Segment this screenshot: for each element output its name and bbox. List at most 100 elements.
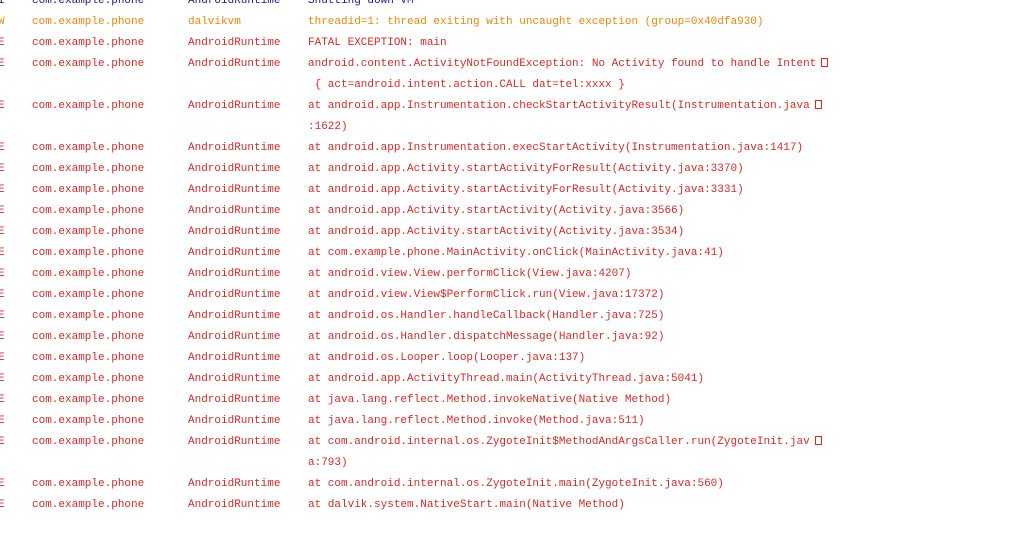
- log-package: com.example.phone: [32, 142, 145, 154]
- log-row[interactable]: Ecom.example.phone AndroidRuntime at andro…: [0, 268, 1025, 289]
- log-row[interactable]: Ecom.example.phone AndroidRuntime at dalvi…: [0, 499, 1025, 520]
- log-row[interactable]: Ecom.example.phone AndroidRuntime at andro…: [0, 163, 1025, 184]
- log-message-line: android.content.ActivityNotFoundExceptio…: [308, 58, 868, 79]
- log-package: com.example.phone: [32, 268, 145, 280]
- log-row[interactable]: Ecom.example.phone AndroidRuntime at andro…: [0, 100, 1025, 142]
- log-package: com.example.phone: [32, 373, 145, 385]
- log-row[interactable]: Ecom.example.phone AndroidRuntime at andro…: [0, 373, 1025, 394]
- log-message-line: a:793): [308, 457, 868, 478]
- log-message-line: at android.app.Activity.startActivity(Ac…: [308, 205, 868, 226]
- log-row[interactable]: Ecom.example.phone AndroidRuntime FATAL EX…: [0, 37, 1025, 58]
- log-tag: AndroidRuntime: [188, 100, 281, 112]
- log-message-text: at android.os.Handler.handleCallback(Han…: [308, 310, 665, 322]
- log-message-line: at android.app.Activity.startActivity(Ac…: [308, 226, 868, 247]
- log-tag: AndroidRuntime: [188, 415, 281, 427]
- log-message-line: FATAL EXCEPTION: main: [308, 37, 868, 58]
- log-row[interactable]: Icom.example.phone AndroidRuntime Shutting…: [0, 0, 1025, 16]
- log-message-line: :1622): [308, 121, 868, 142]
- log-row[interactable]: Ecom.example.phone AndroidRuntime at com.a…: [0, 478, 1025, 499]
- log-message-text: at android.app.Instrumentation.checkStar…: [308, 100, 810, 112]
- log-tag: AndroidRuntime: [188, 478, 281, 490]
- log-row[interactable]: Ecom.example.phone AndroidRuntime at andro…: [0, 142, 1025, 163]
- log-package: com.example.phone: [32, 247, 145, 259]
- log-package: com.example.phone: [32, 331, 145, 343]
- log-message: at android.os.Looper.loop(Looper.java:13…: [308, 352, 868, 373]
- log-tag: AndroidRuntime: [188, 436, 281, 448]
- log-message-text: Shutting down VM: [308, 0, 414, 7]
- log-row[interactable]: Ecom.example.phone AndroidRuntime at andro…: [0, 331, 1025, 352]
- log-row[interactable]: Ecom.example.phone AndroidRuntime at andro…: [0, 310, 1025, 331]
- log-row[interactable]: Ecom.example.phone AndroidRuntime android.…: [0, 58, 1025, 100]
- log-message-line: at android.app.Instrumentation.execStart…: [308, 142, 868, 163]
- log-row[interactable]: Ecom.example.phone AndroidRuntime at andro…: [0, 289, 1025, 310]
- log-row[interactable]: Ecom.example.phone AndroidRuntime at com.e…: [0, 247, 1025, 268]
- log-message: at com.example.phone.MainActivity.onClic…: [308, 247, 868, 268]
- line-wrap-icon: [821, 58, 829, 67]
- log-message-line: at android.app.Activity.startActivityFor…: [308, 163, 868, 184]
- log-message-line: at android.view.View.performClick(View.j…: [308, 268, 868, 289]
- log-message-text: at android.os.Handler.dispatchMessage(Ha…: [308, 331, 665, 343]
- log-message: at android.app.Activity.startActivity(Ac…: [308, 226, 868, 247]
- log-row[interactable]: Ecom.example.phone AndroidRuntime at andro…: [0, 226, 1025, 247]
- log-message-text: at java.lang.reflect.Method.invokeNative…: [308, 394, 672, 406]
- log-message-line: at com.android.internal.os.ZygoteInit.ma…: [308, 478, 868, 499]
- log-row[interactable]: Ecom.example.phone AndroidRuntime at java.…: [0, 415, 1025, 436]
- log-message: android.content.ActivityNotFoundExceptio…: [308, 58, 868, 100]
- log-package: com.example.phone: [32, 58, 145, 70]
- log-message-line: at android.os.Handler.handleCallback(Han…: [308, 310, 868, 331]
- log-message: at android.app.ActivityThread.main(Activ…: [308, 373, 868, 394]
- log-message: at java.lang.reflect.Method.invokeNative…: [308, 394, 868, 415]
- log-message-text: at java.lang.reflect.Method.invoke(Metho…: [308, 415, 645, 427]
- log-tag: AndroidRuntime: [188, 184, 281, 196]
- log-level: E: [0, 205, 5, 217]
- log-package: com.example.phone: [32, 163, 145, 175]
- logcat-view[interactable]: Icom.example.phone AndroidRuntime Shutting…: [0, 0, 1025, 539]
- log-row[interactable]: Ecom.example.phone AndroidRuntime at com.a…: [0, 436, 1025, 478]
- log-level: E: [0, 373, 5, 385]
- log-message-text: at android.view.View$PerformClick.run(Vi…: [308, 289, 665, 301]
- log-level: E: [0, 142, 5, 154]
- log-package: com.example.phone: [32, 478, 145, 490]
- log-message-line: at android.os.Handler.dispatchMessage(Ha…: [308, 331, 868, 352]
- log-message-text: at android.app.Activity.startActivityFor…: [308, 184, 744, 196]
- log-message-line: at java.lang.reflect.Method.invokeNative…: [308, 394, 868, 415]
- log-message: at android.app.Activity.startActivity(Ac…: [308, 205, 868, 226]
- log-package: com.example.phone: [32, 16, 145, 28]
- log-message: at android.app.Instrumentation.execStart…: [308, 142, 868, 163]
- log-message-text: at android.app.Activity.startActivityFor…: [308, 163, 744, 175]
- log-row[interactable]: Ecom.example.phone AndroidRuntime at java.…: [0, 394, 1025, 415]
- log-message-line: at android.app.ActivityThread.main(Activ…: [308, 373, 868, 394]
- log-row[interactable]: Ecom.example.phone AndroidRuntime at andro…: [0, 352, 1025, 373]
- log-message-line: at android.os.Looper.loop(Looper.java:13…: [308, 352, 868, 373]
- log-tag: AndroidRuntime: [188, 310, 281, 322]
- log-level: E: [0, 394, 5, 406]
- log-message: threadid=1: thread exiting with uncaught…: [308, 16, 868, 37]
- log-message-text: a:793): [308, 457, 348, 469]
- log-tag: AndroidRuntime: [188, 373, 281, 385]
- log-row[interactable]: Wcom.example.phone dalvikvm threadid=1: th…: [0, 16, 1025, 37]
- log-level: E: [0, 436, 5, 448]
- log-message-text: { act=android.intent.action.CALL dat=tel…: [308, 79, 625, 91]
- log-tag: AndroidRuntime: [188, 163, 281, 175]
- log-level: E: [0, 100, 5, 112]
- log-package: com.example.phone: [32, 499, 145, 511]
- log-message: at android.os.Handler.handleCallback(Han…: [308, 310, 868, 331]
- log-level: E: [0, 352, 5, 364]
- log-tag: AndroidRuntime: [188, 268, 281, 280]
- log-tag: AndroidRuntime: [188, 58, 281, 70]
- log-level: E: [0, 184, 5, 196]
- log-row[interactable]: Ecom.example.phone AndroidRuntime at andro…: [0, 205, 1025, 226]
- log-level: E: [0, 37, 5, 49]
- log-message-line: { act=android.intent.action.CALL dat=tel…: [308, 79, 868, 100]
- log-row[interactable]: Ecom.example.phone AndroidRuntime at andro…: [0, 184, 1025, 205]
- line-wrap-icon: [814, 436, 822, 445]
- log-level: E: [0, 499, 5, 511]
- log-tag: AndroidRuntime: [188, 142, 281, 154]
- log-tag: AndroidRuntime: [188, 0, 281, 7]
- log-message: at dalvik.system.NativeStart.main(Native…: [308, 499, 868, 520]
- log-package: com.example.phone: [32, 205, 145, 217]
- log-package: com.example.phone: [32, 436, 145, 448]
- log-package: com.example.phone: [32, 394, 145, 406]
- log-message-text: at android.app.ActivityThread.main(Activ…: [308, 373, 705, 385]
- log-message-text: at com.android.internal.os.ZygoteInit$Me…: [308, 436, 810, 448]
